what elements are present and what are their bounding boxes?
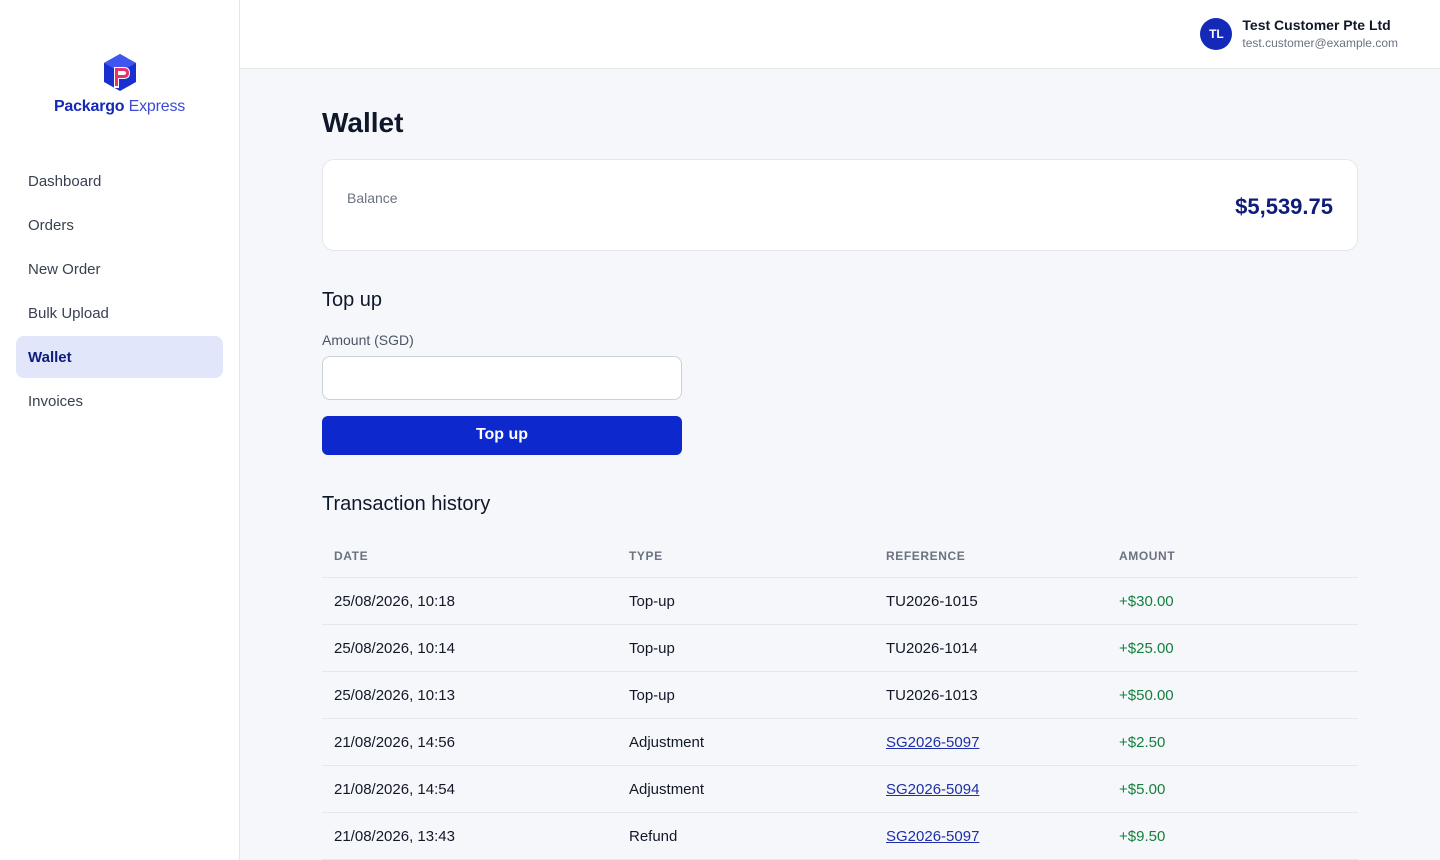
balance-card: Balance $5,539.75 bbox=[322, 158, 1358, 251]
table-header-row: DATE TYPE REFERENCE AMOUNT bbox=[322, 535, 1358, 578]
transaction-history-title: Transaction history bbox=[322, 492, 491, 515]
topup-title: Top up bbox=[322, 288, 383, 311]
reference-link[interactable]: SG2026-5094 bbox=[886, 781, 979, 798]
top-bar: TL Test Customer Pte Ltd test.customer@e… bbox=[240, 0, 1440, 69]
sidebar-item-new-order[interactable]: New Order bbox=[16, 248, 223, 290]
transaction-history-section: Transaction history DATE TYPE REFERENCE … bbox=[322, 493, 1358, 860]
main-area: TL Test Customer Pte Ltd test.customer@e… bbox=[240, 0, 1440, 860]
sidebar-item-orders[interactable]: Orders bbox=[16, 204, 223, 246]
page-content: Wallet Balance $5,539.75 Top up Amount (… bbox=[240, 69, 1440, 860]
cell-amount: +$2.50 bbox=[1107, 718, 1358, 766]
cell-reference: SG2026-5094 bbox=[874, 765, 1107, 813]
reference-link[interactable]: SG2026-5097 bbox=[886, 734, 979, 751]
cell-type: Top-up bbox=[617, 577, 874, 625]
balance-value: $5,539.75 bbox=[1235, 193, 1333, 219]
column-header-amount: AMOUNT bbox=[1107, 535, 1358, 578]
topup-section: Top up Amount (SGD) Top up bbox=[322, 289, 1358, 455]
cell-date: 21/08/2026, 13:43 bbox=[322, 812, 617, 860]
user-name: Test Customer Pte Ltd bbox=[1242, 17, 1391, 34]
cell-date: 25/08/2026, 10:18 bbox=[322, 577, 617, 625]
column-header-type: TYPE bbox=[617, 535, 874, 578]
table-row: 21/08/2026, 14:54 Adjustment SG2026-5094… bbox=[322, 765, 1358, 813]
cell-reference: TU2026-1014 bbox=[874, 624, 1107, 672]
column-header-reference: REFERENCE bbox=[874, 535, 1107, 578]
cell-date: 21/08/2026, 14:54 bbox=[322, 765, 617, 813]
cell-amount: +$9.50 bbox=[1107, 812, 1358, 860]
user-email: test.customer@example.com bbox=[1242, 36, 1398, 51]
cell-amount: +$30.00 bbox=[1107, 577, 1358, 625]
cell-reference: TU2026-1013 bbox=[874, 671, 1107, 719]
cell-type: Adjustment bbox=[617, 765, 874, 813]
cell-date: 25/08/2026, 10:14 bbox=[322, 624, 617, 672]
amount-label: Amount (SGD) bbox=[322, 331, 414, 348]
brand-name-bold: Packargo bbox=[53, 98, 125, 115]
table-row: 21/08/2026, 14:56 Adjustment SG2026-5097… bbox=[322, 718, 1358, 766]
amount-input[interactable] bbox=[322, 355, 682, 400]
cell-amount: +$5.00 bbox=[1107, 765, 1358, 813]
sidebar-nav: Dashboard Orders New Order Bulk Upload W… bbox=[0, 152, 239, 422]
table-row: 21/08/2026, 13:43 Refund SG2026-5097 +$9… bbox=[322, 812, 1358, 860]
table-row: 25/08/2026, 10:13 Top-up TU2026-1013 +$5… bbox=[322, 671, 1358, 719]
packargo-logo-icon bbox=[103, 54, 136, 91]
sidebar: Packargo Express Dashboard Orders New Or… bbox=[0, 0, 240, 860]
sidebar-item-bulk-upload[interactable]: Bulk Upload bbox=[16, 292, 223, 334]
sidebar-item-invoices[interactable]: Invoices bbox=[16, 380, 223, 422]
reference-link[interactable]: SG2026-5097 bbox=[886, 828, 979, 845]
sidebar-item-dashboard[interactable]: Dashboard bbox=[16, 160, 223, 202]
avatar[interactable]: TL bbox=[1200, 17, 1233, 50]
balance-label: Balance bbox=[347, 189, 398, 206]
transaction-table: DATE TYPE REFERENCE AMOUNT 25/08/2026, 1… bbox=[322, 535, 1358, 860]
brand-name: Packargo Express bbox=[54, 98, 185, 116]
app-shell: Packargo Express Dashboard Orders New Or… bbox=[0, 0, 1440, 860]
table-row: 25/08/2026, 10:18 Top-up TU2026-1015 +$3… bbox=[322, 577, 1358, 625]
cell-reference: SG2026-5097 bbox=[874, 718, 1107, 766]
topup-button[interactable]: Top up bbox=[322, 415, 682, 455]
sidebar-item-wallet[interactable]: Wallet bbox=[16, 336, 223, 378]
user-menu[interactable]: TL Test Customer Pte Ltd test.customer@e… bbox=[1200, 17, 1398, 50]
column-header-date: DATE bbox=[322, 535, 617, 578]
brand-logo[interactable]: Packargo Express bbox=[0, 0, 239, 152]
page-title: Wallet bbox=[322, 106, 404, 138]
cell-type: Top-up bbox=[617, 624, 874, 672]
cell-type: Adjustment bbox=[617, 718, 874, 766]
cell-date: 21/08/2026, 14:56 bbox=[322, 718, 617, 766]
cell-date: 25/08/2026, 10:13 bbox=[322, 671, 617, 719]
table-row: 25/08/2026, 10:14 Top-up TU2026-1014 +$2… bbox=[322, 624, 1358, 672]
brand-name-light: Express bbox=[128, 98, 186, 115]
cell-reference: SG2026-5097 bbox=[874, 812, 1107, 860]
cell-type: Top-up bbox=[617, 671, 874, 719]
cell-amount: +$50.00 bbox=[1107, 671, 1358, 719]
user-info: Test Customer Pte Ltd test.customer@exam… bbox=[1242, 17, 1398, 50]
cell-reference: TU2026-1015 bbox=[874, 577, 1107, 625]
cell-type: Refund bbox=[617, 812, 874, 860]
cell-amount: +$25.00 bbox=[1107, 624, 1358, 672]
